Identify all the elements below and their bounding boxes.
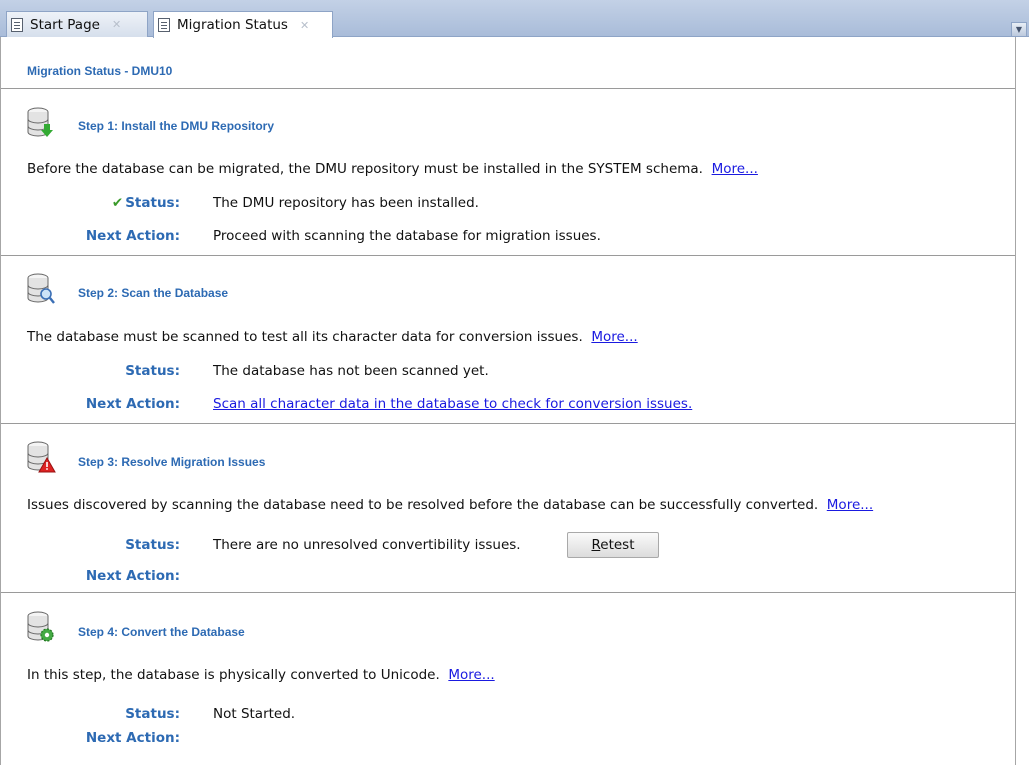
status-label: Status: xyxy=(125,706,180,722)
more-link[interactable]: More... xyxy=(448,667,494,683)
retest-mnemonic: R xyxy=(591,537,601,553)
status-label: ✔ Status: xyxy=(112,195,180,211)
status-label-text: Status: xyxy=(125,195,180,211)
tab-label: Start Page xyxy=(30,16,100,33)
tab-start-page[interactable]: Start Page ✕ xyxy=(6,11,148,37)
divider xyxy=(1,592,1015,593)
divider xyxy=(1,88,1015,89)
status-value: The database has not been scanned yet. xyxy=(213,363,489,379)
step-3-description: Issues discovered by scanning the databa… xyxy=(27,497,873,513)
status-label: Status: xyxy=(125,537,180,553)
document-icon xyxy=(11,17,23,32)
divider xyxy=(1,255,1015,256)
step-4-title: Step 4: Convert the Database xyxy=(78,625,245,639)
page-title: Migration Status - DMU10 xyxy=(27,64,173,78)
status-value: There are no unresolved convertibility i… xyxy=(213,537,521,553)
database-warning-icon xyxy=(27,441,56,473)
checkmark-icon: ✔ xyxy=(111,195,124,211)
status-value: Not Started. xyxy=(213,706,296,722)
more-link[interactable]: More... xyxy=(712,161,758,177)
tab-list-dropdown-button[interactable]: ▼ xyxy=(1011,22,1027,37)
status-value: The DMU repository has been installed. xyxy=(213,195,479,211)
next-action-value: Proceed with scanning the database for m… xyxy=(213,228,601,244)
scan-database-link[interactable]: Scan all character data in the database … xyxy=(213,396,692,412)
close-icon[interactable]: ✕ xyxy=(112,18,121,31)
description-text: Issues discovered by scanning the databa… xyxy=(27,497,819,513)
step-4-description: In this step, the database is physically… xyxy=(27,667,495,683)
database-search-icon xyxy=(27,273,55,304)
database-download-icon xyxy=(27,107,53,137)
tab-migration-status[interactable]: Migration Status ✕ xyxy=(153,11,333,38)
more-link[interactable]: More... xyxy=(591,329,637,345)
step-1-title: Step 1: Install the DMU Repository xyxy=(78,119,275,133)
step-2-title: Step 2: Scan the Database xyxy=(78,286,229,300)
description-text: The database must be scanned to test all… xyxy=(27,329,583,345)
document-icon xyxy=(158,18,170,32)
retest-button[interactable]: Retest xyxy=(567,532,659,558)
retest-label: etest xyxy=(600,537,635,553)
step-1-description: Before the database can be migrated, the… xyxy=(27,161,758,177)
tab-label: Migration Status xyxy=(177,17,288,33)
more-link[interactable]: More... xyxy=(827,497,873,513)
status-label: Status: xyxy=(125,363,180,379)
step-2-description: The database must be scanned to test all… xyxy=(27,329,638,345)
database-gear-icon xyxy=(27,611,54,642)
next-action-label: Next Action: xyxy=(85,730,180,746)
step-3-title: Step 3: Resolve Migration Issues xyxy=(78,455,266,469)
tab-strip: Start Page ✕ Migration Status ✕ ▼ xyxy=(0,0,1029,38)
next-action-label: Next Action: xyxy=(85,396,180,412)
close-icon[interactable]: ✕ xyxy=(300,19,309,32)
divider xyxy=(1,423,1015,424)
description-text: In this step, the database is physically… xyxy=(27,667,440,683)
description-text: Before the database can be migrated, the… xyxy=(27,161,703,177)
next-action-label: Next Action: xyxy=(85,568,180,584)
next-action-label: Next Action: xyxy=(85,228,180,244)
migration-status-panel: Migration Status - DMU10 Step 1: Install… xyxy=(0,37,1016,765)
